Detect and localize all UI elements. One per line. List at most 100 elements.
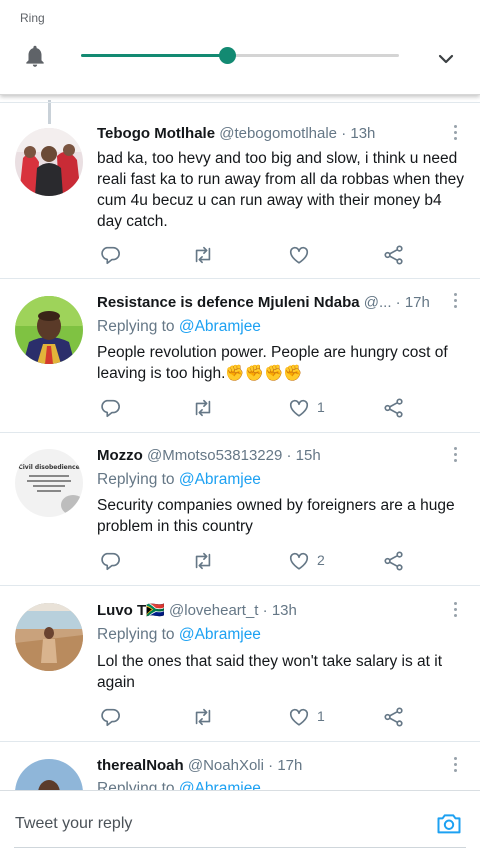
tweet-header: therealNoah @NoahXoli · 17h — [97, 756, 440, 776]
reply-input-underline — [14, 847, 466, 848]
share-button[interactable] — [383, 244, 405, 266]
like-count: 1 — [317, 708, 325, 724]
tweet-text: People revolution power. People are hung… — [97, 344, 448, 382]
retweet-button[interactable] — [192, 244, 214, 266]
timestamp: 17h — [277, 757, 303, 774]
user-handle[interactable]: @NoahXoli — [188, 757, 264, 774]
retweet-icon — [195, 399, 211, 417]
tweet[interactable]: Tebogo Motlhale @tebogomotlhale · 13h ba… — [0, 102, 480, 279]
avatar[interactable] — [15, 296, 83, 364]
volume-slider[interactable] — [81, 47, 399, 64]
user-handle[interactable]: @tebogomotlhale — [219, 125, 337, 142]
share-icon — [384, 551, 403, 571]
share-icon — [384, 245, 403, 265]
separator-dot: · — [286, 447, 292, 464]
reply-composer[interactable]: Tweet your reply — [0, 790, 480, 855]
heart-icon — [289, 399, 309, 417]
reply-button[interactable] — [99, 244, 121, 266]
replying-to-mention[interactable]: @Abramjee — [179, 471, 261, 488]
more-vertical-icon[interactable] — [450, 293, 460, 311]
timestamp: 13h — [350, 125, 376, 142]
tweet-actions — [0, 244, 480, 268]
more-vertical-icon[interactable] — [450, 447, 460, 465]
tweet-header: Resistance is defence Mjuleni Ndaba @...… — [97, 293, 440, 313]
reply-button[interactable] — [99, 706, 121, 728]
timestamp: 13h — [271, 602, 297, 619]
heart-icon — [289, 552, 309, 570]
more-vertical-icon[interactable] — [450, 125, 460, 143]
tweet[interactable]: Resistance is defence Mjuleni Ndaba @...… — [0, 278, 480, 433]
replying-to: Replying to @Abramjee — [97, 470, 261, 490]
like-count: 2 — [317, 552, 325, 568]
avatar[interactable] — [15, 603, 83, 671]
display-name[interactable]: therealNoah — [97, 757, 184, 774]
reply-icon — [101, 246, 120, 265]
retweet-icon — [195, 246, 211, 264]
share-button[interactable] — [383, 397, 405, 419]
separator-dot: · — [341, 125, 347, 142]
tweet-header: Luvo T🇿🇦 @loveheart_t · 13h — [97, 601, 440, 621]
more-vertical-icon[interactable] — [450, 602, 460, 620]
chevron-down-icon[interactable] — [434, 47, 458, 71]
retweet-button[interactable] — [192, 550, 214, 572]
volume-stream-title: Ring — [20, 11, 45, 25]
retweet-icon — [195, 552, 211, 570]
avatar[interactable]: Civil disobedience — [15, 449, 83, 517]
replying-to-mention[interactable]: @Abramjee — [179, 626, 261, 643]
like-count: 1 — [317, 399, 325, 415]
like-button[interactable]: 2 — [288, 550, 325, 572]
retweet-button[interactable] — [192, 706, 214, 728]
svg-text:Civil disobedience: Civil disobedience — [18, 464, 79, 471]
retweet-button[interactable] — [192, 397, 214, 419]
separator-dot: · — [395, 294, 401, 311]
replying-to-label: Replying to — [97, 471, 175, 488]
tweet-header: Mozzo @Mmotso53813229 · 15h — [97, 446, 440, 466]
tweet[interactable]: Luvo T🇿🇦 @loveheart_t · 13h Replying to … — [0, 585, 480, 742]
reply-icon — [101, 708, 120, 727]
timestamp: 15h — [295, 447, 321, 464]
share-icon — [384, 707, 403, 727]
replying-to: Replying to @Abramjee — [97, 317, 261, 337]
display-name[interactable]: Luvo T🇿🇦 — [97, 602, 165, 619]
user-handle[interactable]: @... — [364, 294, 392, 311]
share-button[interactable] — [383, 706, 405, 728]
tweet-actions: 1 — [0, 397, 480, 421]
like-button[interactable]: 1 — [288, 397, 325, 419]
more-vertical-icon[interactable] — [450, 757, 460, 775]
replying-to-label: Replying to — [97, 318, 175, 335]
like-button[interactable]: 1 — [288, 706, 325, 728]
display-name[interactable]: Tebogo Motlhale — [97, 125, 215, 142]
replying-to-label: Replying to — [97, 626, 175, 643]
user-handle[interactable]: @Mmotso53813229 — [147, 447, 282, 464]
tweet-actions: 1 — [0, 706, 480, 730]
replying-to: Replying to @Abramjee — [97, 625, 261, 645]
volume-panel: Ring — [0, 0, 480, 95]
separator-dot: · — [262, 602, 268, 619]
like-button[interactable] — [288, 244, 310, 266]
heart-icon — [289, 708, 309, 726]
replying-to-mention[interactable]: @Abramjee — [179, 318, 261, 335]
tweet-actions: 2 — [0, 550, 480, 574]
share-icon — [384, 398, 403, 418]
reply-button[interactable] — [99, 397, 121, 419]
tweet-text: bad ka, too hevy and too big and slow, i… — [97, 150, 465, 230]
display-name[interactable]: Resistance is defence Mjuleni Ndaba — [97, 294, 360, 311]
reply-button[interactable] — [99, 550, 121, 572]
share-button[interactable] — [383, 550, 405, 572]
avatar[interactable] — [15, 128, 83, 196]
tweet-header: Tebogo Motlhale @tebogomotlhale · 13h — [97, 124, 440, 144]
user-handle[interactable]: @loveheart_t — [169, 602, 258, 619]
tweet-text: Lol the ones that said they won't take s… — [97, 653, 443, 691]
volume-slider-thumb[interactable] — [219, 47, 237, 64]
volume-slider-fill — [81, 54, 228, 57]
display-name[interactable]: Mozzo — [97, 447, 143, 464]
reply-input[interactable]: Tweet your reply — [15, 815, 132, 833]
tweet[interactable]: Civil disobedience Mozzo @Mmotso53813229… — [0, 432, 480, 586]
heart-icon — [289, 246, 309, 264]
tweet-text: Security companies owned by foreigners a… — [97, 497, 455, 535]
retweet-icon — [195, 708, 211, 726]
separator-dot: · — [268, 757, 274, 774]
bell-icon[interactable] — [22, 43, 48, 69]
camera-icon[interactable] — [435, 809, 463, 837]
timestamp: 17h — [404, 294, 430, 311]
